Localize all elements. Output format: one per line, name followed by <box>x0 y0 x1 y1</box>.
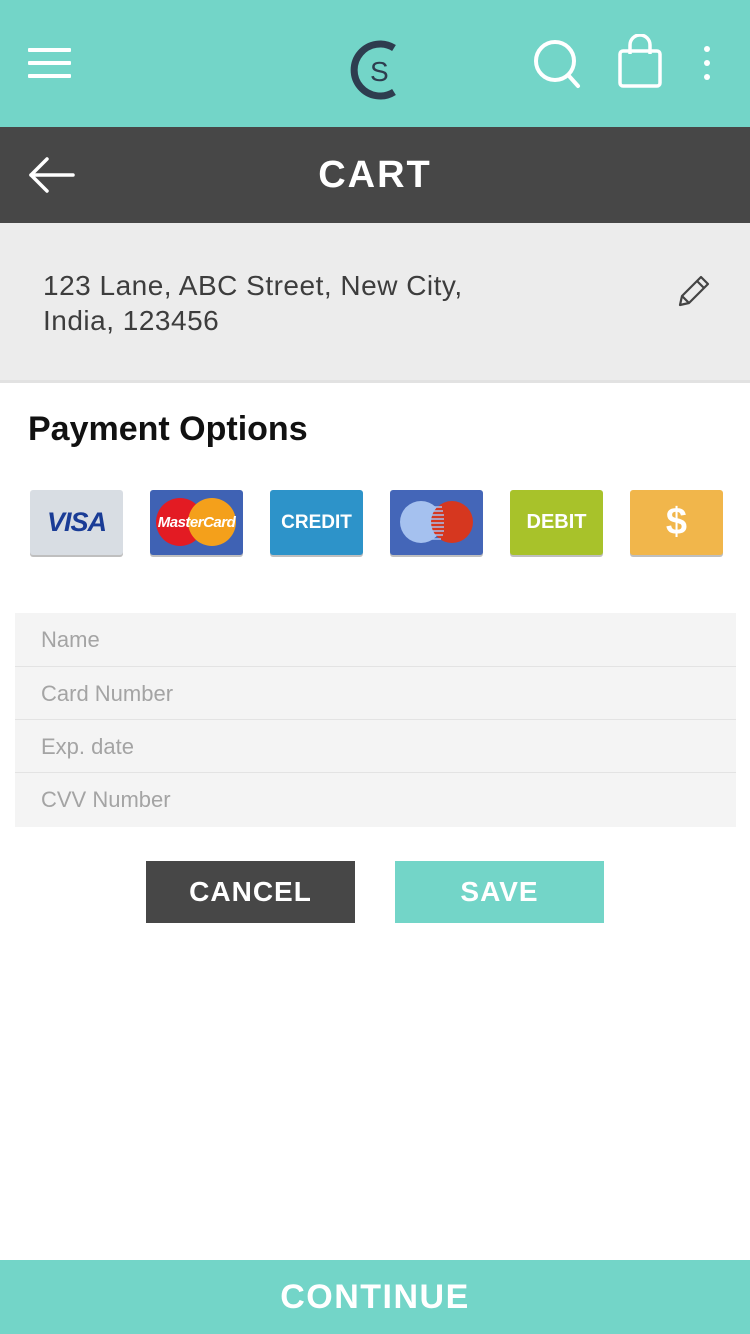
cvv-field[interactable] <box>15 773 736 826</box>
name-field[interactable] <box>15 613 736 666</box>
mastercard-option[interactable]: MasterCard <box>150 490 243 555</box>
arrow-left-icon[interactable] <box>28 156 76 194</box>
pencil-icon[interactable] <box>673 272 713 312</box>
shopping-bag-icon[interactable] <box>617 33 663 88</box>
logo-letter: S <box>370 56 389 87</box>
continue-button[interactable]: CONTINUE <box>0 1260 750 1334</box>
save-button[interactable]: SAVE <box>395 861 604 923</box>
cash-option[interactable]: $ <box>630 490 723 555</box>
maestro-icon <box>400 501 473 543</box>
logo-icon[interactable]: S <box>350 38 402 102</box>
credit-card-option[interactable]: CREDIT <box>270 490 363 555</box>
dot <box>704 74 710 80</box>
exp-date-field[interactable] <box>15 720 736 773</box>
dot <box>704 60 710 66</box>
more-vertical-icon[interactable] <box>696 44 718 84</box>
debit-label: DEBIT <box>526 511 587 533</box>
card-details-form <box>15 613 736 827</box>
mastercard-label: MasterCard <box>157 514 236 531</box>
dollar-icon: $ <box>665 501 688 543</box>
visa-label: VISA <box>46 507 107 537</box>
visa-card-option[interactable]: VISA <box>30 490 123 555</box>
cancel-button[interactable]: CANCEL <box>146 861 355 923</box>
delivery-address: 123 Lane, ABC Street, New City, India, 1… <box>43 268 603 338</box>
menu-line <box>28 48 71 52</box>
card-number-field[interactable] <box>15 667 736 720</box>
search-icon[interactable] <box>532 38 582 90</box>
logo-graphic: S <box>350 40 396 100</box>
menu-icon[interactable] <box>28 48 72 80</box>
debit-card-option[interactable]: DEBIT <box>510 490 603 555</box>
payment-options-title: Payment Options <box>28 410 308 448</box>
address-line-1: 123 Lane, ABC Street, New City, <box>43 270 463 301</box>
credit-label: CREDIT <box>281 511 352 533</box>
menu-line <box>28 61 71 65</box>
menu-line <box>28 74 71 78</box>
maestro-card-option[interactable] <box>390 490 483 555</box>
address-line-2: India, 123456 <box>43 305 220 336</box>
page-title: CART <box>318 154 432 196</box>
dot <box>704 46 710 52</box>
